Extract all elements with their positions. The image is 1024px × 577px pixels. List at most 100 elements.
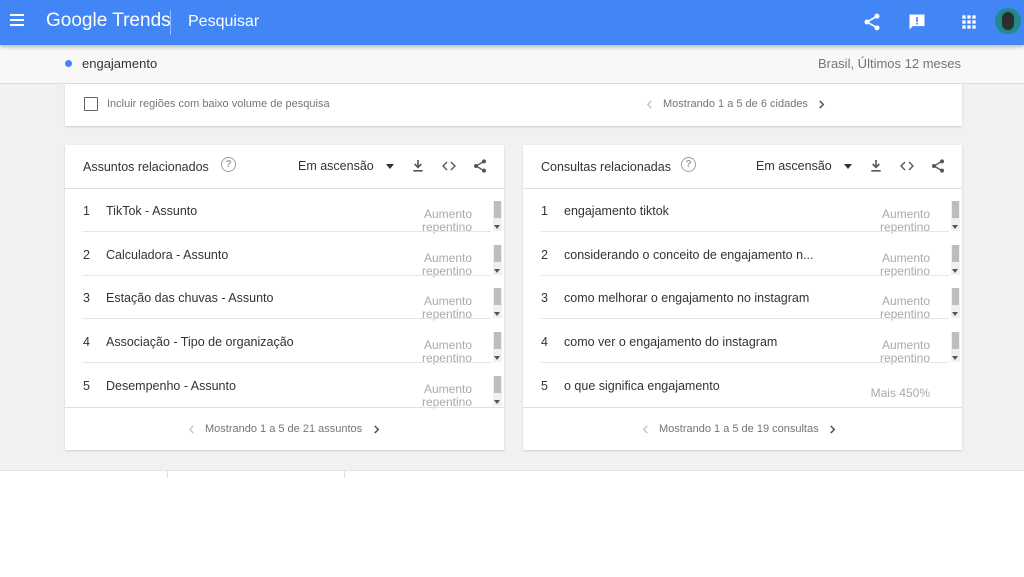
- item-rank: 3: [83, 291, 90, 305]
- queries-pager: Mostrando 1 a 5 de 19 consultas: [639, 423, 839, 435]
- search-term-meta: Brasil, Últimos 12 meses: [817, 56, 961, 71]
- item-value-line1: Aumento: [881, 294, 930, 308]
- share-icon[interactable]: [862, 12, 882, 32]
- widget-footer: Mostrando 1 a 5 de 19 consultas: [523, 407, 962, 450]
- prev-page-icon[interactable]: [643, 99, 655, 109]
- row-scrollbar[interactable]: [493, 376, 502, 406]
- google-trends-logo[interactable]: Google Trends: [46, 10, 171, 32]
- related-topics-widget: Assuntos relacionados ? Em ascensão 1 Ti…: [65, 145, 504, 450]
- chevron-down-icon: [385, 163, 394, 169]
- row-scrollbar[interactable]: [493, 288, 502, 318]
- row-divider: [541, 318, 949, 319]
- apps-icon[interactable]: [959, 12, 979, 32]
- item-value-line1: Aumento: [881, 338, 930, 352]
- list-item[interactable]: 3 Estação das chuvas - Assunto Aumento re…: [65, 276, 504, 321]
- item-value: Aumento repentino: [422, 383, 472, 409]
- item-rank: 1: [541, 204, 548, 218]
- row-scrollbar[interactable]: [951, 201, 960, 231]
- row-divider: [541, 362, 949, 363]
- embed-icon[interactable]: [899, 158, 915, 174]
- share-icon[interactable]: [930, 158, 946, 174]
- list-item[interactable]: 4 como ver o engajamento do instagram Au…: [523, 320, 962, 365]
- widget-footer: Mostrando 1 a 5 de 21 assuntos: [65, 407, 504, 450]
- queries-pager-text: Mostrando 1 a 5 de 19 consultas: [659, 423, 819, 435]
- item-rank: 5: [83, 379, 90, 393]
- row-scrollbar[interactable]: [951, 288, 960, 318]
- item-rank: 5: [541, 379, 548, 393]
- help-icon[interactable]: ?: [681, 157, 696, 172]
- row-scrollbar[interactable]: [493, 201, 502, 231]
- search-term-bar: engajamento Brasil, Últimos 12 meses: [0, 45, 1024, 84]
- download-icon[interactable]: [868, 158, 884, 174]
- item-label[interactable]: TikTok - Assunto: [106, 204, 197, 218]
- row-divider: [541, 231, 949, 232]
- item-value-line1: Aumento: [423, 382, 472, 396]
- item-rank: 2: [541, 248, 548, 262]
- item-value-line1: Aumento: [423, 207, 472, 221]
- widget-header: Assuntos relacionados ? Em ascensão: [65, 145, 504, 189]
- chevron-down-icon: [843, 163, 852, 169]
- term-color-dot: [65, 60, 72, 67]
- filter-dropdown-value: Em ascensão: [756, 159, 832, 173]
- download-icon[interactable]: [410, 158, 426, 174]
- list-item[interactable]: 3 como melhorar o engajamento no instagr…: [523, 276, 962, 321]
- item-label[interactable]: o que significa engajamento: [564, 379, 720, 393]
- list-item[interactable]: 5 Desempenho - Assunto Aumento repentino: [65, 364, 504, 409]
- item-rank: 4: [541, 335, 548, 349]
- item-label[interactable]: Calculadora - Assunto: [106, 248, 228, 262]
- item-value: Mais 450%: [870, 386, 930, 400]
- row-divider: [83, 318, 491, 319]
- row-scrollbar[interactable]: [951, 245, 960, 275]
- item-label[interactable]: como melhorar o engajamento no instagram: [564, 291, 809, 305]
- widget-title: Assuntos relacionados: [83, 160, 209, 174]
- menu-icon[interactable]: [8, 12, 26, 28]
- list-item[interactable]: 2 Calculadora - Assunto Aumento repentino: [65, 233, 504, 278]
- item-label[interactable]: como ver o engajamento do instagram: [564, 335, 777, 349]
- divider: [167, 471, 168, 478]
- share-icon[interactable]: [472, 158, 488, 174]
- divider: [344, 471, 345, 478]
- row-scrollbar[interactable]: [493, 245, 502, 275]
- next-page-icon[interactable]: [370, 424, 382, 434]
- item-label[interactable]: engajamento tiktok: [564, 204, 669, 218]
- list-item[interactable]: 4 Associação - Tipo de organização Aumen…: [65, 320, 504, 365]
- footer-area: [0, 470, 1024, 577]
- regions-pager-text: Mostrando 1 a 5 de 6 cidades: [663, 98, 808, 110]
- top-app-bar: Google Trends Pesquisar: [0, 0, 1024, 45]
- next-page-icon[interactable]: [816, 99, 828, 109]
- prev-page-icon[interactable]: [185, 424, 197, 434]
- search-term-label[interactable]: engajamento: [82, 56, 157, 71]
- widget-title: Consultas relacionadas: [541, 160, 671, 174]
- item-rank: 3: [541, 291, 548, 305]
- help-icon[interactable]: ?: [221, 157, 236, 172]
- low-volume-checkbox[interactable]: [84, 97, 98, 111]
- item-value-line1: Aumento: [423, 338, 472, 352]
- list-item[interactable]: 1 TikTok - Assunto Aumento repentino: [65, 189, 504, 234]
- avatar[interactable]: [995, 8, 1021, 34]
- item-label[interactable]: considerando o conceito de engajamento n…: [564, 248, 813, 262]
- low-volume-checkbox-label[interactable]: Incluir regiões com baixo volume de pesq…: [107, 98, 330, 110]
- topics-pager: Mostrando 1 a 5 de 21 assuntos: [185, 423, 382, 435]
- filter-dropdown[interactable]: Em ascensão: [298, 159, 394, 173]
- embed-icon[interactable]: [441, 158, 457, 174]
- next-page-icon[interactable]: [827, 424, 839, 434]
- list-item[interactable]: 1 engajamento tiktok Aumento repentino: [523, 189, 962, 234]
- item-label[interactable]: Associação - Tipo de organização: [106, 335, 294, 349]
- related-queries-widget: Consultas relacionadas ? Em ascensão 1 e…: [523, 145, 962, 450]
- item-label[interactable]: Estação das chuvas - Assunto: [106, 291, 273, 305]
- regions-card: Incluir regiões com baixo volume de pesq…: [65, 84, 962, 126]
- row-divider: [83, 362, 491, 363]
- filter-dropdown-value: Em ascensão: [298, 159, 374, 173]
- prev-page-icon[interactable]: [639, 424, 651, 434]
- item-rank: 4: [83, 335, 90, 349]
- row-scrollbar[interactable]: [493, 332, 502, 362]
- item-rank: 2: [83, 248, 90, 262]
- filter-dropdown[interactable]: Em ascensão: [756, 159, 852, 173]
- row-divider: [83, 231, 491, 232]
- list-item[interactable]: 2 considerando o conceito de engajamento…: [523, 233, 962, 278]
- feedback-icon[interactable]: [907, 12, 927, 32]
- page-title: Pesquisar: [188, 13, 260, 30]
- item-label[interactable]: Desempenho - Assunto: [106, 379, 236, 393]
- row-scrollbar[interactable]: [951, 332, 960, 362]
- list-item[interactable]: 5 o que significa engajamento Mais 450%: [523, 364, 962, 407]
